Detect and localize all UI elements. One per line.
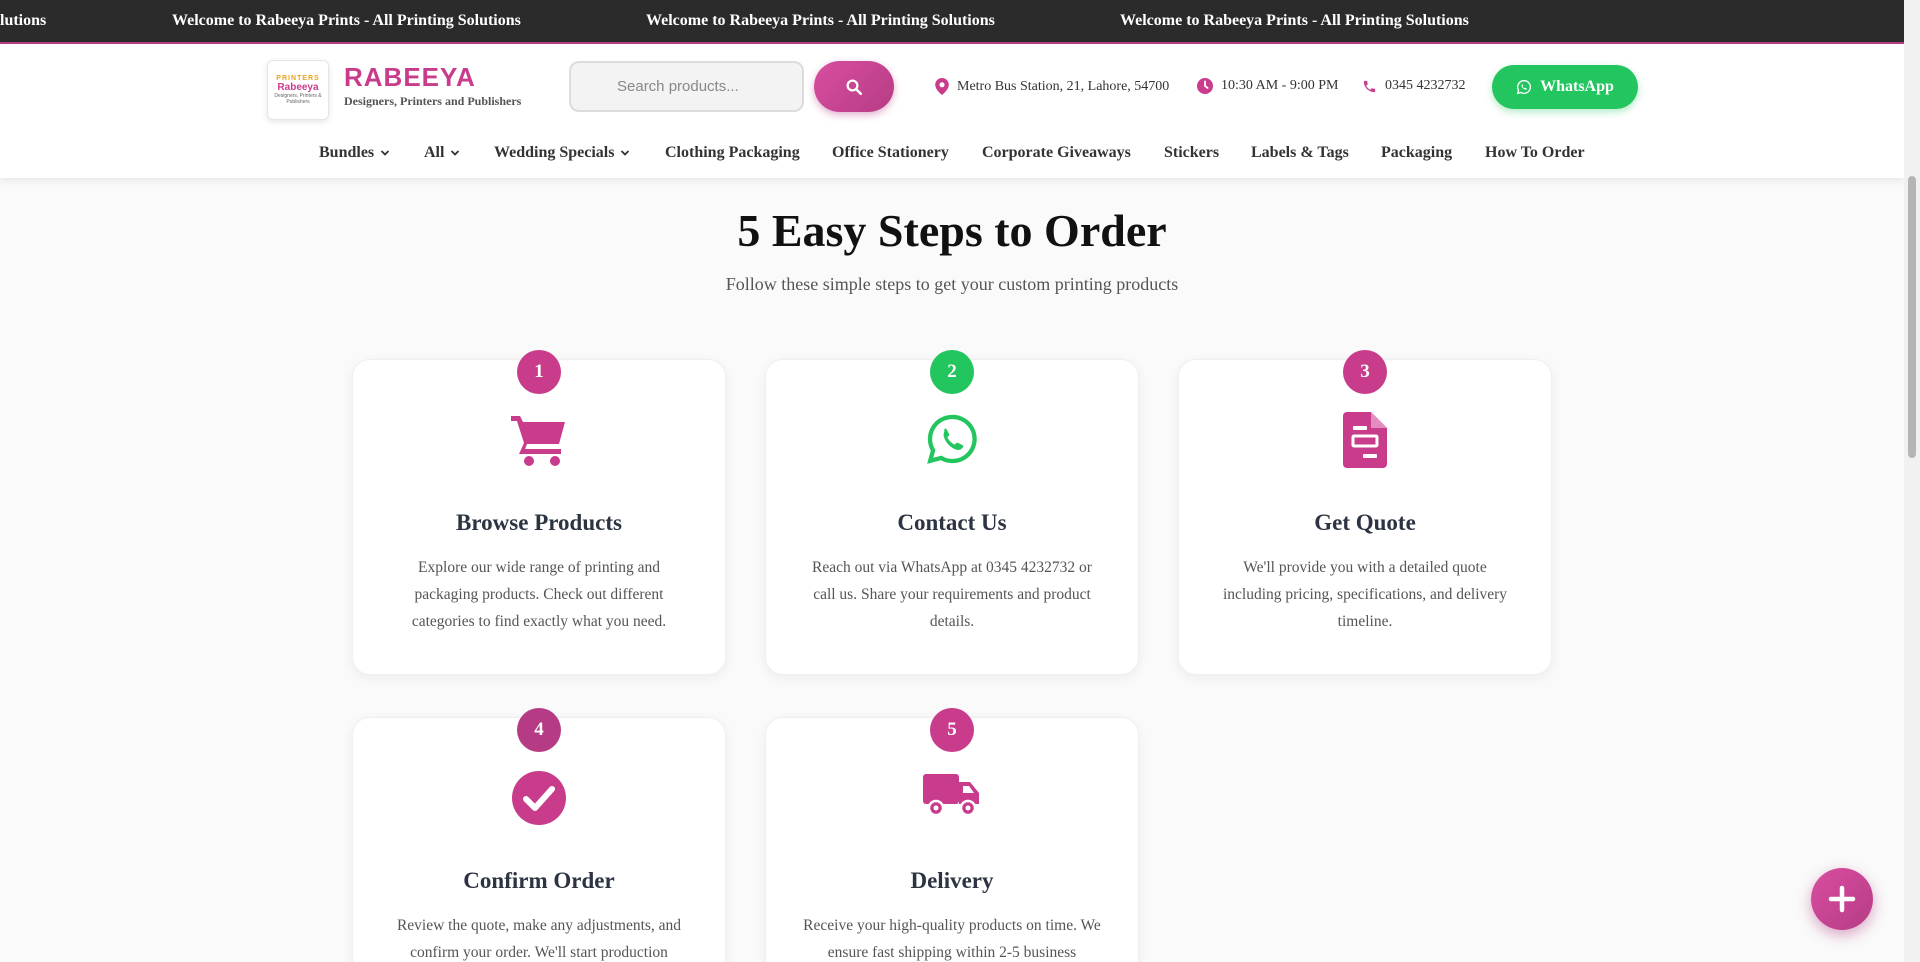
nav-item-stickers[interactable]: Stickers — [1164, 144, 1219, 162]
step-description: Explore our wide range of printing and p… — [411, 559, 667, 630]
ticker-message: lutions — [0, 12, 47, 29]
document-icon — [1343, 412, 1387, 468]
logo-top-text: PRINTERS — [276, 75, 320, 82]
nav-item-label: Bundles — [319, 144, 375, 161]
step-number-badge: 3 — [1343, 350, 1387, 394]
nav-item-packaging[interactable]: Packaging — [1381, 144, 1452, 162]
nav-item-labels-tags[interactable]: Labels & Tags — [1251, 144, 1349, 162]
hours-info: 10:30 AM - 9:00 PM — [1197, 78, 1338, 94]
step-title: Confirm Order — [463, 868, 615, 893]
step-number-badge: 5 — [930, 708, 974, 752]
nav-item-label: All — [424, 144, 445, 161]
search-input[interactable] — [569, 61, 804, 112]
plus-icon — [1828, 885, 1856, 913]
brand-name[interactable]: RABEEYA — [344, 62, 476, 93]
step-description: Reach out via WhatsApp at 0345 4232732 o… — [812, 559, 1092, 630]
step-title: Delivery — [910, 868, 994, 893]
hours-text: 10:30 AM - 9:00 PM — [1221, 78, 1339, 93]
nav-item-label: Clothing Packaging — [665, 144, 800, 161]
address-text: Metro Bus Station, 21, Lahore, 54700 — [957, 78, 1170, 94]
search-icon — [846, 79, 863, 95]
main-navigation: Bundles All Wedding Specials Clothing Pa… — [0, 144, 1904, 166]
search-button[interactable] — [814, 61, 894, 112]
step-number-badge: 4 — [517, 708, 561, 752]
step-card-contact-us: 2 Contact Us Reach out via WhatsApp at 0… — [765, 350, 1139, 675]
nav-item-bundles[interactable]: Bundles — [319, 144, 390, 162]
nav-item-label: Stickers — [1164, 144, 1220, 161]
nav-item-label: Corporate Giveaways — [982, 144, 1131, 161]
nav-item-clothing-packaging[interactable]: Clothing Packaging — [665, 144, 800, 162]
logo-name-text: Rabeeya — [277, 82, 319, 93]
address-info: Metro Bus Station, 21, Lahore, 54700 — [935, 78, 1169, 95]
step-card-delivery: 5 Delivery Receive your high-quality pro… — [765, 708, 1139, 962]
phone-text: 0345 4232732 — [1385, 78, 1466, 93]
nav-item-how-to-order[interactable]: How To Order — [1485, 144, 1585, 162]
ticker-message: Welcome to Rabeeya Prints - All Printing… — [1120, 12, 1469, 29]
step-number-badge: 2 — [930, 350, 974, 394]
nav-item-label: Packaging — [1381, 144, 1453, 161]
nav-item-office-stationery[interactable]: Office Stationery — [832, 144, 949, 162]
step-description: Receive your high-quality products on ti… — [803, 917, 1101, 961]
step-card-confirm-order: 4 Confirm Order Review the quote, make a… — [352, 708, 726, 962]
ticker-message: Welcome to Rabeeya Prints - All Printing… — [172, 12, 521, 29]
chevron-down-icon — [621, 150, 630, 156]
page-scrollbar[interactable] — [1904, 0, 1920, 962]
step-card-get-quote: 3 Get Quote We'll provide you with a det… — [1178, 350, 1552, 675]
step-description: We'll provide you with a detailed quote … — [1222, 559, 1508, 630]
check-circle-icon — [512, 771, 566, 825]
phone-icon — [1363, 80, 1376, 92]
section-title: 5 Easy Steps to Order — [737, 205, 1167, 256]
whatsapp-icon — [1516, 79, 1532, 95]
section-subtitle: Follow these simple steps to get your cu… — [725, 274, 1179, 294]
site-logo[interactable]: PRINTERS Rabeeya Designers, Printers & P… — [267, 60, 329, 120]
step-title: Contact Us — [897, 510, 1007, 535]
nav-item-corporate-giveaways[interactable]: Corporate Giveaways — [982, 144, 1131, 162]
nav-item-label: Labels & Tags — [1251, 144, 1349, 161]
step-title: Browse Products — [456, 510, 622, 535]
chevron-down-icon — [451, 150, 460, 156]
nav-item-label: How To Order — [1485, 144, 1585, 161]
step-card-browse-products: 1 Browse Products Explore our wide range… — [352, 350, 726, 675]
truck-icon — [923, 774, 979, 817]
scrollbar-thumb[interactable] — [1908, 176, 1916, 458]
step-title: Get Quote — [1314, 510, 1416, 535]
ticker-message: Welcome to Rabeeya Prints - All Printing… — [646, 12, 995, 29]
step-number-badge: 1 — [517, 350, 561, 394]
logo-sub-text: Designers, Printers & Publishers — [274, 93, 322, 105]
nav-item-all[interactable]: All — [424, 144, 460, 162]
brand-tagline: Designers, Printers and Publishers — [344, 94, 522, 108]
phone-info[interactable]: 0345 4232732 — [1362, 78, 1466, 94]
cart-icon — [511, 416, 565, 466]
site-header: PRINTERS Rabeeya Designers, Printers & P… — [0, 44, 1904, 178]
floating-action-button[interactable] — [1811, 868, 1873, 930]
map-pin-icon — [935, 78, 949, 95]
announcement-ticker: lutions Welcome to Rabeeya Prints - All … — [0, 0, 1904, 44]
nav-item-wedding-specials[interactable]: Wedding Specials — [494, 144, 630, 162]
whatsapp-label: WhatsApp — [1540, 78, 1614, 95]
nav-item-label: Office Stationery — [832, 144, 949, 161]
nav-item-label: Wedding Specials — [494, 144, 615, 161]
step-description: Review the quote, make any adjustments, … — [396, 917, 682, 961]
whatsapp-icon — [927, 414, 977, 464]
chevron-down-icon — [381, 150, 390, 156]
whatsapp-button[interactable]: WhatsApp — [1492, 65, 1638, 109]
clock-icon — [1197, 78, 1213, 94]
